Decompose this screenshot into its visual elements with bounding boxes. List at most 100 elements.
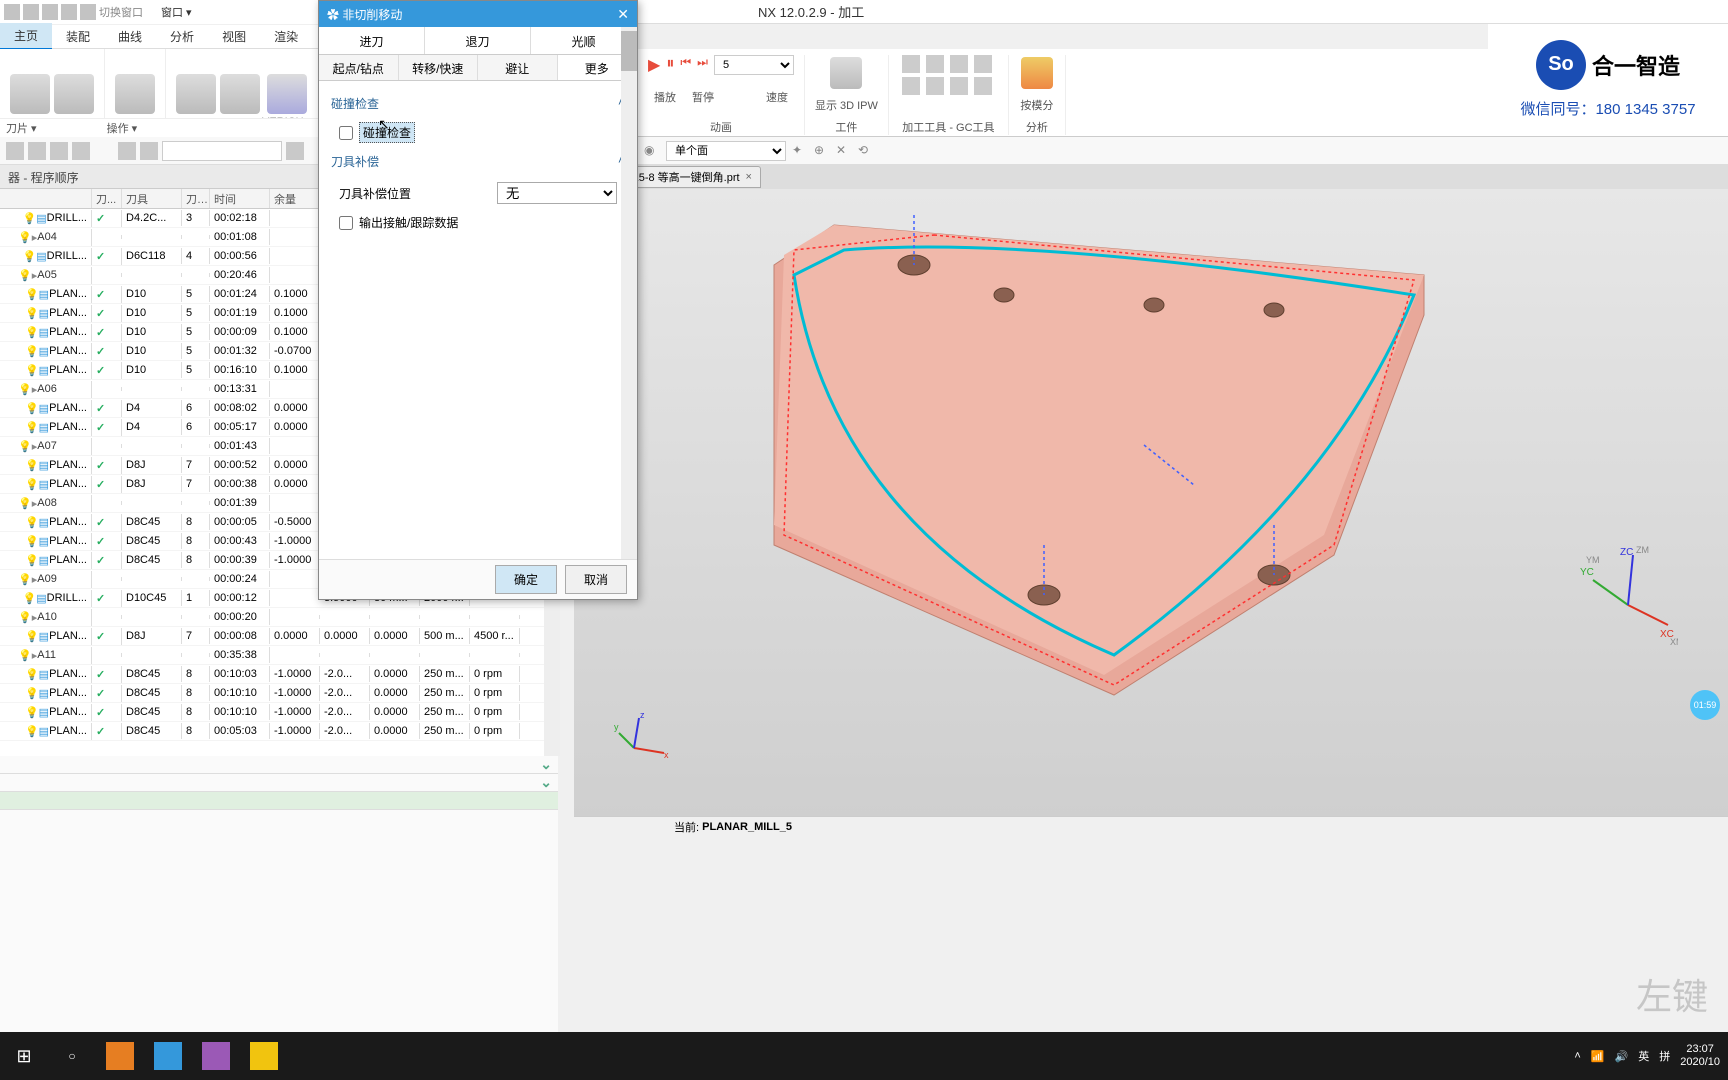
gc-tool-icon[interactable]	[950, 77, 968, 95]
clock[interactable]: 23:07 2020/10	[1680, 1043, 1720, 1069]
tab-transfer[interactable]: 转移/快速	[399, 55, 479, 80]
gc-tool-icon[interactable]	[950, 55, 968, 73]
properties-button[interactable]	[115, 74, 155, 114]
volume-icon[interactable]: 🔊	[1615, 1050, 1629, 1063]
svg-text:x: x	[664, 750, 669, 760]
window-menu[interactable]: 窗口 ▾	[161, 4, 192, 20]
menu-analysis[interactable]: 分析	[156, 24, 208, 49]
verify-tp-button[interactable]	[220, 74, 260, 114]
generate-tp-button[interactable]	[176, 74, 216, 114]
graphics-viewport[interactable]: rt× ▣ 15-8 等高一键倒角.prt× XCXM YCYM ZCZM x …	[574, 165, 1728, 818]
quick-access-toolbar: 切换窗口 窗口 ▾	[0, 0, 320, 24]
sel-icon[interactable]: ✦	[792, 143, 808, 159]
speed-select[interactable]: 5	[714, 55, 794, 75]
tb-icon[interactable]	[286, 142, 304, 160]
panel-collapse[interactable]	[0, 792, 558, 810]
qat-icon[interactable]	[42, 4, 58, 20]
tab-engage[interactable]: 进刀	[319, 27, 425, 54]
collision-check-label[interactable]: 碰撞检查	[359, 122, 415, 143]
menu-home[interactable]: 主页	[0, 23, 52, 50]
tree-row[interactable]: 💡▤ PLAN...✓D8C45800:05:03-1.0000-2.0...0…	[0, 722, 560, 741]
forward-icon[interactable]: ⏭	[697, 55, 708, 75]
panel-collapse[interactable]: ⌄	[0, 756, 558, 774]
search-button[interactable]: ○	[48, 1032, 96, 1080]
switch-window[interactable]: 切换窗口	[99, 4, 143, 20]
taskbar-app[interactable]	[240, 1032, 288, 1080]
qat-icon[interactable]	[4, 4, 20, 20]
app-title: NX 12.0.2.9 - 加工	[758, 2, 864, 21]
dialog-scrollbar[interactable]	[621, 27, 637, 559]
tab-start[interactable]: 起点/钻点	[319, 55, 399, 80]
operation-dropdown[interactable]: 操作 ▾	[107, 120, 138, 136]
qat-icon[interactable]	[61, 4, 77, 20]
show-3d-ipw-button[interactable]	[830, 57, 862, 89]
menu-curve[interactable]: 曲线	[104, 24, 156, 49]
chevron-down-icon: ⌄	[540, 774, 552, 791]
tree-row[interactable]: 💡▸ A1000:00:20	[0, 608, 560, 627]
pause-icon[interactable]: ⏸	[666, 55, 674, 75]
tree-row[interactable]: 💡▤ PLAN...✓D8C45800:10:10-1.0000-2.0...0…	[0, 684, 560, 703]
tb-icon[interactable]	[118, 142, 136, 160]
gc-tool-icon[interactable]	[902, 77, 920, 95]
dialog-title-bar[interactable]: ✿ 非切削移动 ✕	[319, 1, 637, 27]
collision-section-header[interactable]: 碰撞检查˄	[331, 89, 625, 118]
tree-row[interactable]: 💡▸ A1100:35:38	[0, 646, 560, 665]
collision-check-checkbox[interactable]	[339, 126, 353, 140]
play-icon[interactable]: ▶	[648, 55, 660, 75]
filter-input[interactable]	[162, 141, 282, 161]
sim-split-button[interactable]	[1021, 57, 1053, 89]
comp-pos-select[interactable]: 无	[497, 182, 617, 204]
slice-dropdown[interactable]: 刀片 ▾	[6, 120, 37, 136]
system-tray[interactable]: ˄ 📶 🔊 英 拼 23:07 2020/10	[1566, 1032, 1728, 1080]
tb-icon[interactable]	[28, 142, 46, 160]
close-icon[interactable]: ✕	[617, 6, 629, 23]
gc-tool-icon[interactable]	[902, 55, 920, 73]
taskbar-app[interactable]	[96, 1032, 144, 1080]
tab-avoid[interactable]: 避让	[478, 55, 558, 80]
sel-icon[interactable]: ✕	[836, 143, 852, 159]
tb-icon[interactable]	[50, 142, 68, 160]
sel-icon[interactable]: ⟲	[858, 143, 874, 159]
tray-up-icon[interactable]: ˄	[1574, 1050, 1580, 1062]
gear-icon: ✿	[327, 8, 339, 22]
create-op-button[interactable]	[54, 74, 94, 114]
gc-tool-icon[interactable]	[926, 77, 944, 95]
tb-icon[interactable]	[140, 142, 158, 160]
tree-row[interactable]: 💡▤ PLAN...✓D8C45800:10:03-1.0000-2.0...0…	[0, 665, 560, 684]
output-contact-label[interactable]: 输出接触/跟踪数据	[359, 214, 458, 231]
output-contact-checkbox[interactable]	[339, 216, 353, 230]
tab-retract[interactable]: 退刀	[425, 27, 531, 54]
start-button[interactable]: ⊞	[0, 1032, 48, 1080]
menu-assembly[interactable]: 装配	[52, 24, 104, 49]
gc-tool-icon[interactable]	[926, 55, 944, 73]
close-icon[interactable]: ×	[746, 171, 752, 183]
menu-render[interactable]: 渲染	[260, 24, 312, 49]
panel-collapse[interactable]: ⌄	[0, 774, 558, 792]
create-geom-button[interactable]	[10, 74, 50, 114]
ime-indicator[interactable]: 英	[1638, 1048, 1649, 1064]
sel-icon[interactable]: ⊕	[814, 143, 830, 159]
taskbar-app[interactable]	[144, 1032, 192, 1080]
tree-row[interactable]: 💡▤ PLAN...✓D8C45800:10:10-1.0000-2.0...0…	[0, 703, 560, 722]
network-icon[interactable]: 📶	[1591, 1050, 1605, 1063]
gc-tool-icon[interactable]	[974, 55, 992, 73]
qat-icon[interactable]	[23, 4, 39, 20]
tb-icon[interactable]	[72, 142, 90, 160]
menu-view[interactable]: 视图	[208, 24, 260, 49]
tool-comp-section-header[interactable]: 刀具补偿˄	[331, 147, 625, 176]
gc-tool-icon[interactable]	[974, 77, 992, 95]
qat-icon[interactable]	[80, 4, 96, 20]
vericut-button[interactable]	[267, 74, 307, 114]
rewind-icon[interactable]: ⏮	[680, 55, 691, 75]
status-bar: 当前: PLANAR_MILL_5	[574, 816, 1728, 836]
anim-label: 动画	[710, 119, 732, 135]
tree-row[interactable]: 💡▤ PLAN...✓D8J700:00:080.00000.00000.000…	[0, 627, 560, 646]
sel-icon[interactable]: ◉	[644, 143, 660, 159]
ime-mode[interactable]: 拼	[1659, 1048, 1670, 1064]
taskbar-app[interactable]	[192, 1032, 240, 1080]
cancel-button[interactable]: 取消	[565, 565, 627, 594]
collision-check-row: 碰撞检查	[331, 118, 625, 147]
selection-mode-select[interactable]: 单个面	[666, 141, 786, 161]
tb-icon[interactable]	[6, 142, 24, 160]
ok-button[interactable]: 确定	[495, 565, 557, 594]
